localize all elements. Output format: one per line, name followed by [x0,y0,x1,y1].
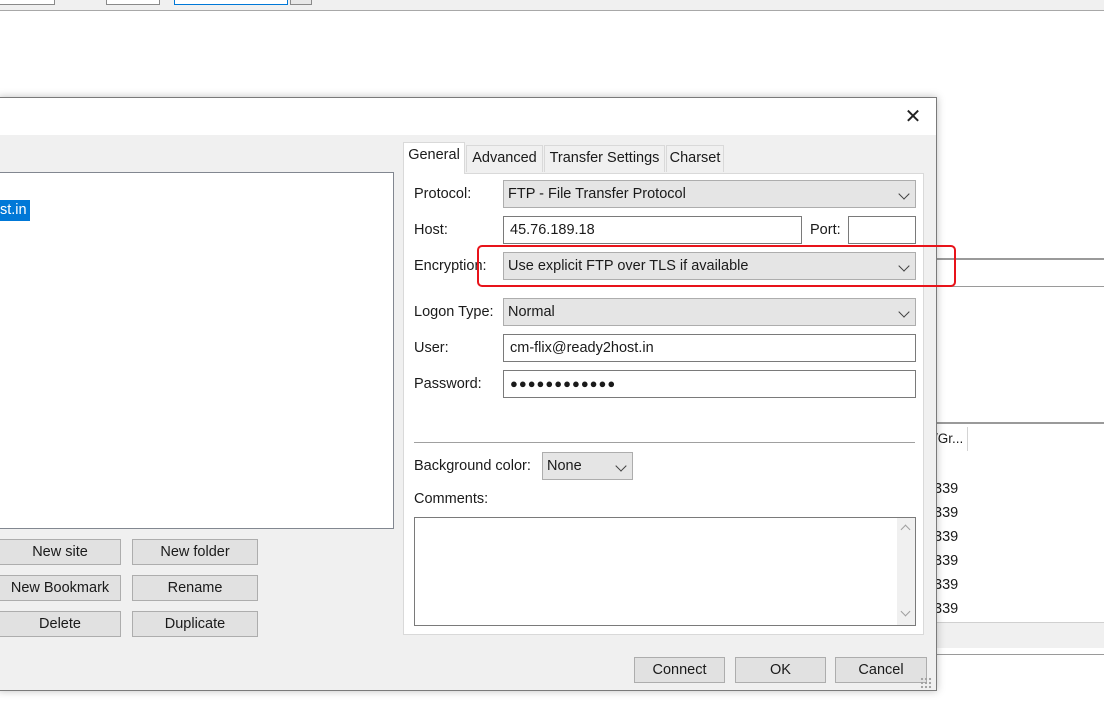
comments-textarea[interactable] [414,517,916,626]
protocol-select-value: FTP - File Transfer Protocol [508,186,686,202]
toolbar-field-focused[interactable] [174,0,288,5]
background-column-header[interactable]: /Gr... [934,427,968,451]
section-divider [414,442,915,443]
background-list-row: 339 [934,505,959,521]
host-input[interactable]: 45.76.189.18 [503,216,802,244]
chevron-down-icon [898,260,910,272]
password-label: Password: [414,376,482,392]
password-input[interactable]: ●●●●●●●●●●●● [503,370,916,398]
background-toolbar [0,0,1104,11]
new-bookmark-button[interactable]: New Bookmark [0,575,121,601]
toolbar-field[interactable] [0,0,55,5]
chevron-down-icon [898,188,910,200]
protocol-select[interactable]: FTP - File Transfer Protocol [503,180,916,208]
site-tree-selected-item[interactable]: st.in [0,200,30,221]
encryption-select[interactable]: Use explicit FTP over TLS if available [503,252,916,280]
logon-type-select[interactable]: Normal [503,298,916,326]
background-list-border [936,422,1104,424]
tab-advanced[interactable]: Advanced [466,145,543,172]
comments-label: Comments: [414,491,489,507]
tab-general[interactable]: General [403,142,465,174]
scroll-down-icon[interactable] [900,606,911,617]
chevron-down-icon [615,460,627,472]
background-list-row: 339 [934,529,959,545]
ok-button[interactable]: OK [735,657,826,683]
encryption-label: Encryption: [414,258,487,274]
background-color-select-value: None [547,458,582,474]
protocol-label: Protocol: [414,186,472,202]
new-site-button[interactable]: New site [0,539,121,565]
background-divider [936,654,1104,655]
rename-button[interactable]: Rename [132,575,258,601]
background-status-bar [936,622,1104,648]
background-list-row: 339 [934,553,959,569]
user-label: User: [414,340,449,356]
toolbar-field[interactable] [106,0,160,5]
host-label: Host: [414,222,448,238]
background-panel-field [936,260,1104,287]
background-list-row: 339 [934,481,959,497]
logon-type-label: Logon Type: [414,304,494,320]
tab-transfer-settings[interactable]: Transfer Settings [544,145,665,172]
dialog-titlebar: ✕ [0,98,936,135]
background-list-row: 339 [934,601,959,617]
background-color-label: Background color: [414,458,531,474]
port-label: Port: [810,222,841,238]
user-input[interactable]: cm-flix@ready2host.in [503,334,916,362]
close-icon[interactable]: ✕ [901,106,925,128]
cancel-button[interactable]: Cancel [835,657,927,683]
encryption-select-value: Use explicit FTP over TLS if available [508,258,749,274]
connect-button[interactable]: Connect [634,657,725,683]
duplicate-button[interactable]: Duplicate [132,611,258,637]
port-input[interactable] [848,216,916,244]
site-manager-dialog: ✕ st.in New site New folder New Bookmark… [0,97,956,691]
tab-charset[interactable]: Charset [666,145,724,172]
site-tree[interactable]: st.in [0,172,394,529]
new-folder-button[interactable]: New folder [132,539,258,565]
comments-scrollbar[interactable] [897,518,915,625]
chevron-down-icon [898,306,910,318]
logon-type-select-value: Normal [508,304,555,320]
scroll-up-icon[interactable] [900,524,911,535]
resize-grip-icon[interactable] [920,677,932,689]
background-color-select[interactable]: None [542,452,633,480]
background-list-row: 339 [934,577,959,593]
delete-button[interactable]: Delete [0,611,121,637]
toolbar-button[interactable] [290,0,312,5]
